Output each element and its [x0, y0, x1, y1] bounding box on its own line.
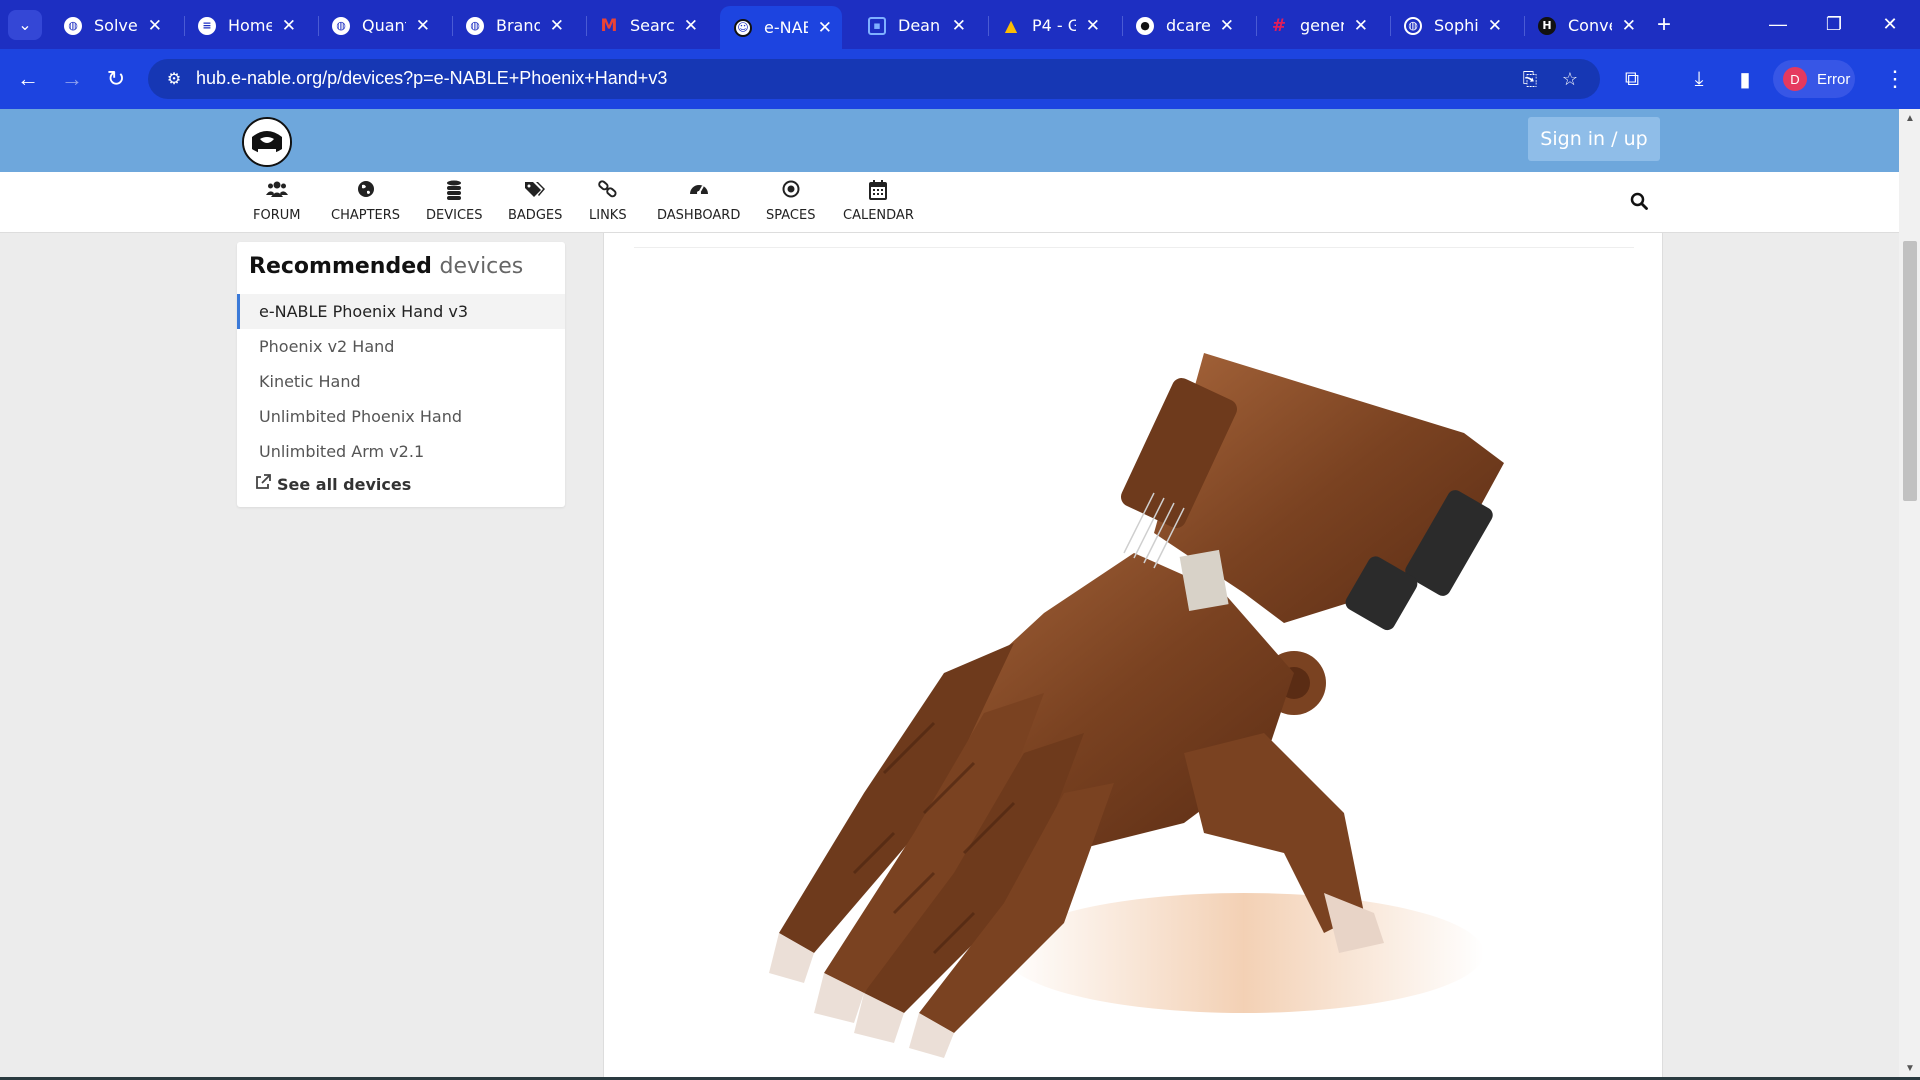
e-nable-logo[interactable]	[242, 117, 292, 167]
device-link-kinetic-hand[interactable]: Kinetic Hand	[237, 364, 565, 399]
tab-e-nable[interactable]: ☺ e-NAB ✕	[720, 6, 842, 49]
stack-icon: ≡	[198, 16, 216, 35]
tab-solved[interactable]: ◍ Solved ✕	[50, 8, 172, 43]
external-link-icon	[255, 474, 271, 494]
close-icon[interactable]: ✕	[550, 16, 564, 36]
restore-button[interactable]: ❐	[1806, 0, 1862, 48]
site-header: Sign in / up	[0, 109, 1899, 172]
device-detail-card	[603, 233, 1663, 1080]
device-link-unlimbited-phoenix-hand[interactable]: Unlimbited Phoenix Hand	[237, 399, 565, 434]
tab-search-button[interactable]: ⌄	[8, 10, 42, 40]
close-icon[interactable]: ✕	[1086, 16, 1100, 36]
link-icon	[598, 180, 618, 202]
device-link-phoenix-hand-v3[interactable]: e-NABLE Phoenix Hand v3	[237, 294, 565, 329]
close-icon[interactable]: ✕	[416, 16, 430, 36]
scroll-up-arrow[interactable]: ▲	[1903, 113, 1917, 127]
github-icon: ●	[1136, 16, 1154, 35]
nav-dashboard[interactable]: DASHBOARD	[657, 180, 740, 223]
install-app-icon[interactable]: ⎘	[1518, 67, 1542, 91]
database-icon	[446, 180, 462, 202]
h-icon: H	[1538, 16, 1556, 35]
profile-button[interactable]: D Error	[1773, 60, 1855, 98]
close-icon[interactable]: ✕	[818, 18, 832, 38]
globe-icon: ◍	[332, 16, 350, 35]
tab-quant[interactable]: ◍ Quant ✕	[318, 8, 440, 43]
new-tab-button[interactable]: +	[1650, 8, 1678, 42]
close-icon[interactable]: ✕	[952, 16, 966, 36]
target-icon	[782, 180, 800, 202]
search-icon[interactable]	[1627, 189, 1651, 213]
nav-badges[interactable]: BADGES	[508, 180, 562, 223]
scroll-down-arrow[interactable]: ▼	[1903, 1063, 1917, 1077]
scrollbar-thumb[interactable]	[1903, 241, 1917, 501]
enable-icon: ☺	[734, 18, 752, 37]
globe-icon: ◍	[466, 16, 484, 35]
page-scrollbar[interactable]: ▲ ▼	[1899, 109, 1920, 1080]
tab-homework[interactable]: ≡ Homev ✕	[184, 8, 306, 43]
nav-links[interactable]: LINKS	[589, 180, 627, 223]
device-link-unlimbited-arm[interactable]: Unlimbited Arm v2.1	[237, 434, 565, 469]
tab-github[interactable]: ● dcarey ✕	[1122, 8, 1244, 43]
close-window-button[interactable]: ✕	[1862, 0, 1918, 48]
reload-button[interactable]: ↻	[98, 61, 134, 97]
tab-drive[interactable]: ▲ P4 - G ✕	[988, 8, 1110, 43]
tab-branded[interactable]: ◍ Brande ✕	[452, 8, 574, 43]
close-icon[interactable]: ✕	[684, 16, 698, 36]
back-button[interactable]: ←	[10, 61, 46, 97]
url-text[interactable]: hub.e-nable.org/p/devices?p=e-NABLE+Phoe…	[196, 68, 667, 89]
avatar: D	[1783, 67, 1807, 91]
panel-title: Recommended devices	[249, 254, 524, 279]
tags-icon	[524, 180, 546, 202]
close-icon[interactable]: ✕	[1622, 16, 1636, 36]
users-icon	[265, 180, 288, 202]
address-bar[interactable]: ⚙ hub.e-nable.org/p/devices?p=e-NABLE+Ph…	[148, 59, 1600, 99]
divider	[634, 247, 1634, 248]
download-icon[interactable]: ⤓	[1681, 61, 1717, 97]
close-icon[interactable]: ✕	[282, 16, 296, 36]
calendar-icon	[869, 180, 888, 202]
close-icon[interactable]: ✕	[148, 16, 162, 36]
device-link-phoenix-v2-hand[interactable]: Phoenix v2 Hand	[237, 329, 565, 364]
globe-icon	[357, 180, 375, 202]
profile-status: Error	[1817, 70, 1851, 88]
browser-toolbar: ← → ↻ ⚙ hub.e-nable.org/p/devices?p=e-NA…	[0, 49, 1920, 109]
gmail-icon: M	[600, 15, 618, 36]
extensions-icon[interactable]: ⧉	[1614, 61, 1650, 97]
nav-devices[interactable]: DEVICES	[426, 180, 483, 223]
tab-conversation[interactable]: H Conve ✕	[1524, 8, 1646, 43]
tab-dean[interactable]: ▪ Dean ( ✕	[854, 8, 976, 43]
nav-spaces[interactable]: SPACES	[766, 180, 815, 223]
sign-in-button[interactable]: Sign in / up	[1528, 117, 1660, 161]
nav-forum[interactable]: FORUM	[253, 180, 300, 223]
nav-calendar[interactable]: CALENDAR	[843, 180, 914, 223]
site-nav: FORUM CHAPTERS DEVICES BADGES LINKS DASH…	[0, 172, 1899, 233]
recommended-devices-panel: Recommended devices e-NABLE Phoenix Hand…	[237, 242, 565, 507]
site-info-icon[interactable]: ⚙	[162, 67, 186, 91]
close-icon[interactable]: ✕	[1354, 16, 1368, 36]
device-photo	[769, 353, 1504, 1058]
forward-button[interactable]: →	[54, 61, 90, 97]
drive-icon: ▲	[1004, 16, 1018, 35]
tab-gmail-search[interactable]: M Search ✕	[586, 8, 708, 43]
doc-icon: ▪	[868, 16, 886, 35]
nav-chapters[interactable]: CHAPTERS	[331, 180, 400, 223]
globe-icon: ◍	[1404, 16, 1422, 35]
browser-menu-icon[interactable]: ⋮	[1880, 61, 1910, 97]
tab-sophia[interactable]: ◍ Sophia ✕	[1390, 8, 1512, 43]
see-all-devices-link[interactable]: See all devices	[255, 474, 411, 494]
bookmark-star-icon[interactable]: ☆	[1558, 67, 1582, 91]
close-icon[interactable]: ✕	[1488, 16, 1502, 36]
close-icon[interactable]: ✕	[1220, 16, 1234, 36]
slack-icon: #	[1271, 15, 1287, 36]
tab-slack[interactable]: # genera ✕	[1256, 8, 1378, 43]
minimize-button[interactable]: —	[1750, 0, 1806, 48]
dashboard-icon	[689, 180, 709, 202]
browser-tab-strip: ⌄ ◍ Solved ✕ ≡ Homev ✕ ◍ Quant ✕ ◍ Brand…	[0, 0, 1920, 49]
side-panel-icon[interactable]: ▮	[1727, 61, 1763, 97]
globe-icon: ◍	[64, 16, 82, 35]
